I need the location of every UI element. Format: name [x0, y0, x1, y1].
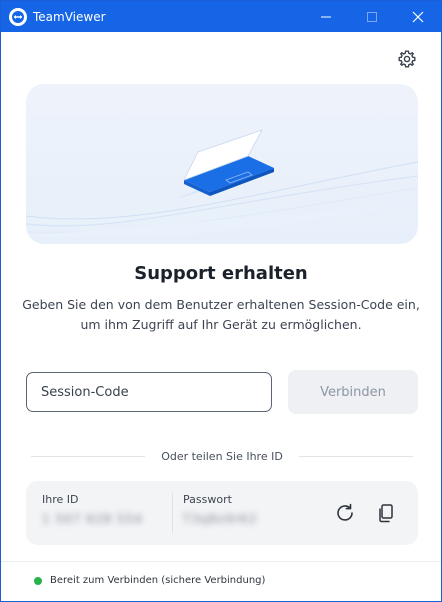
page-title: Support erhalten: [134, 263, 308, 284]
connect-button[interactable]: Verbinden: [288, 370, 418, 414]
support-illustration: [26, 84, 418, 244]
footer-divider: [1, 561, 441, 562]
maximize-icon: [367, 11, 377, 22]
title-bar[interactable]: TeamViewer: [1, 1, 441, 32]
close-icon: [412, 11, 424, 22]
copy-icon: [379, 504, 393, 523]
refresh-password-button[interactable]: [333, 501, 357, 525]
id-value[interactable]: 1 507 628 554: [42, 512, 143, 528]
share-id-divider: Oder teilen Sie Ihre ID: [31, 448, 414, 464]
gear-icon: [398, 50, 416, 68]
settings-button[interactable]: [397, 49, 417, 69]
status-dot-icon: [34, 576, 42, 585]
minimize-icon: [321, 16, 331, 17]
copy-credentials-button[interactable]: [374, 501, 398, 525]
id-label: Ihre ID: [42, 493, 79, 506]
divider-line-left: [31, 455, 146, 457]
card-separator: [172, 493, 173, 533]
teamviewer-window: TeamViewer Support erhalten Geben Sie de…: [0, 0, 442, 602]
instruction-text: Geben Sie den von dem Benutzer erhaltene…: [22, 297, 420, 332]
window-title: TeamViewer: [33, 9, 106, 24]
session-code-input[interactable]: [26, 372, 272, 412]
status-text: Bereit zum Verbinden (sichere Verbindung…: [50, 575, 266, 586]
maximize-button[interactable]: [349, 1, 395, 32]
refresh-icon: [337, 503, 353, 521]
teamviewer-logo-icon: [9, 7, 27, 26]
password-label: Passwort: [183, 493, 232, 506]
id-password-card: Ihre ID 1 507 628 554 Passwort T3q8x9rK2: [26, 481, 418, 545]
minimize-button[interactable]: [303, 1, 349, 32]
password-value[interactable]: T3q8x9rK2: [183, 512, 257, 528]
close-button[interactable]: [395, 1, 441, 32]
share-id-label: Oder teilen Sie Ihre ID: [161, 449, 283, 463]
connection-status: Bereit zum Verbinden (sichere Verbindung…: [34, 575, 265, 586]
divider-line-right: [298, 455, 414, 457]
